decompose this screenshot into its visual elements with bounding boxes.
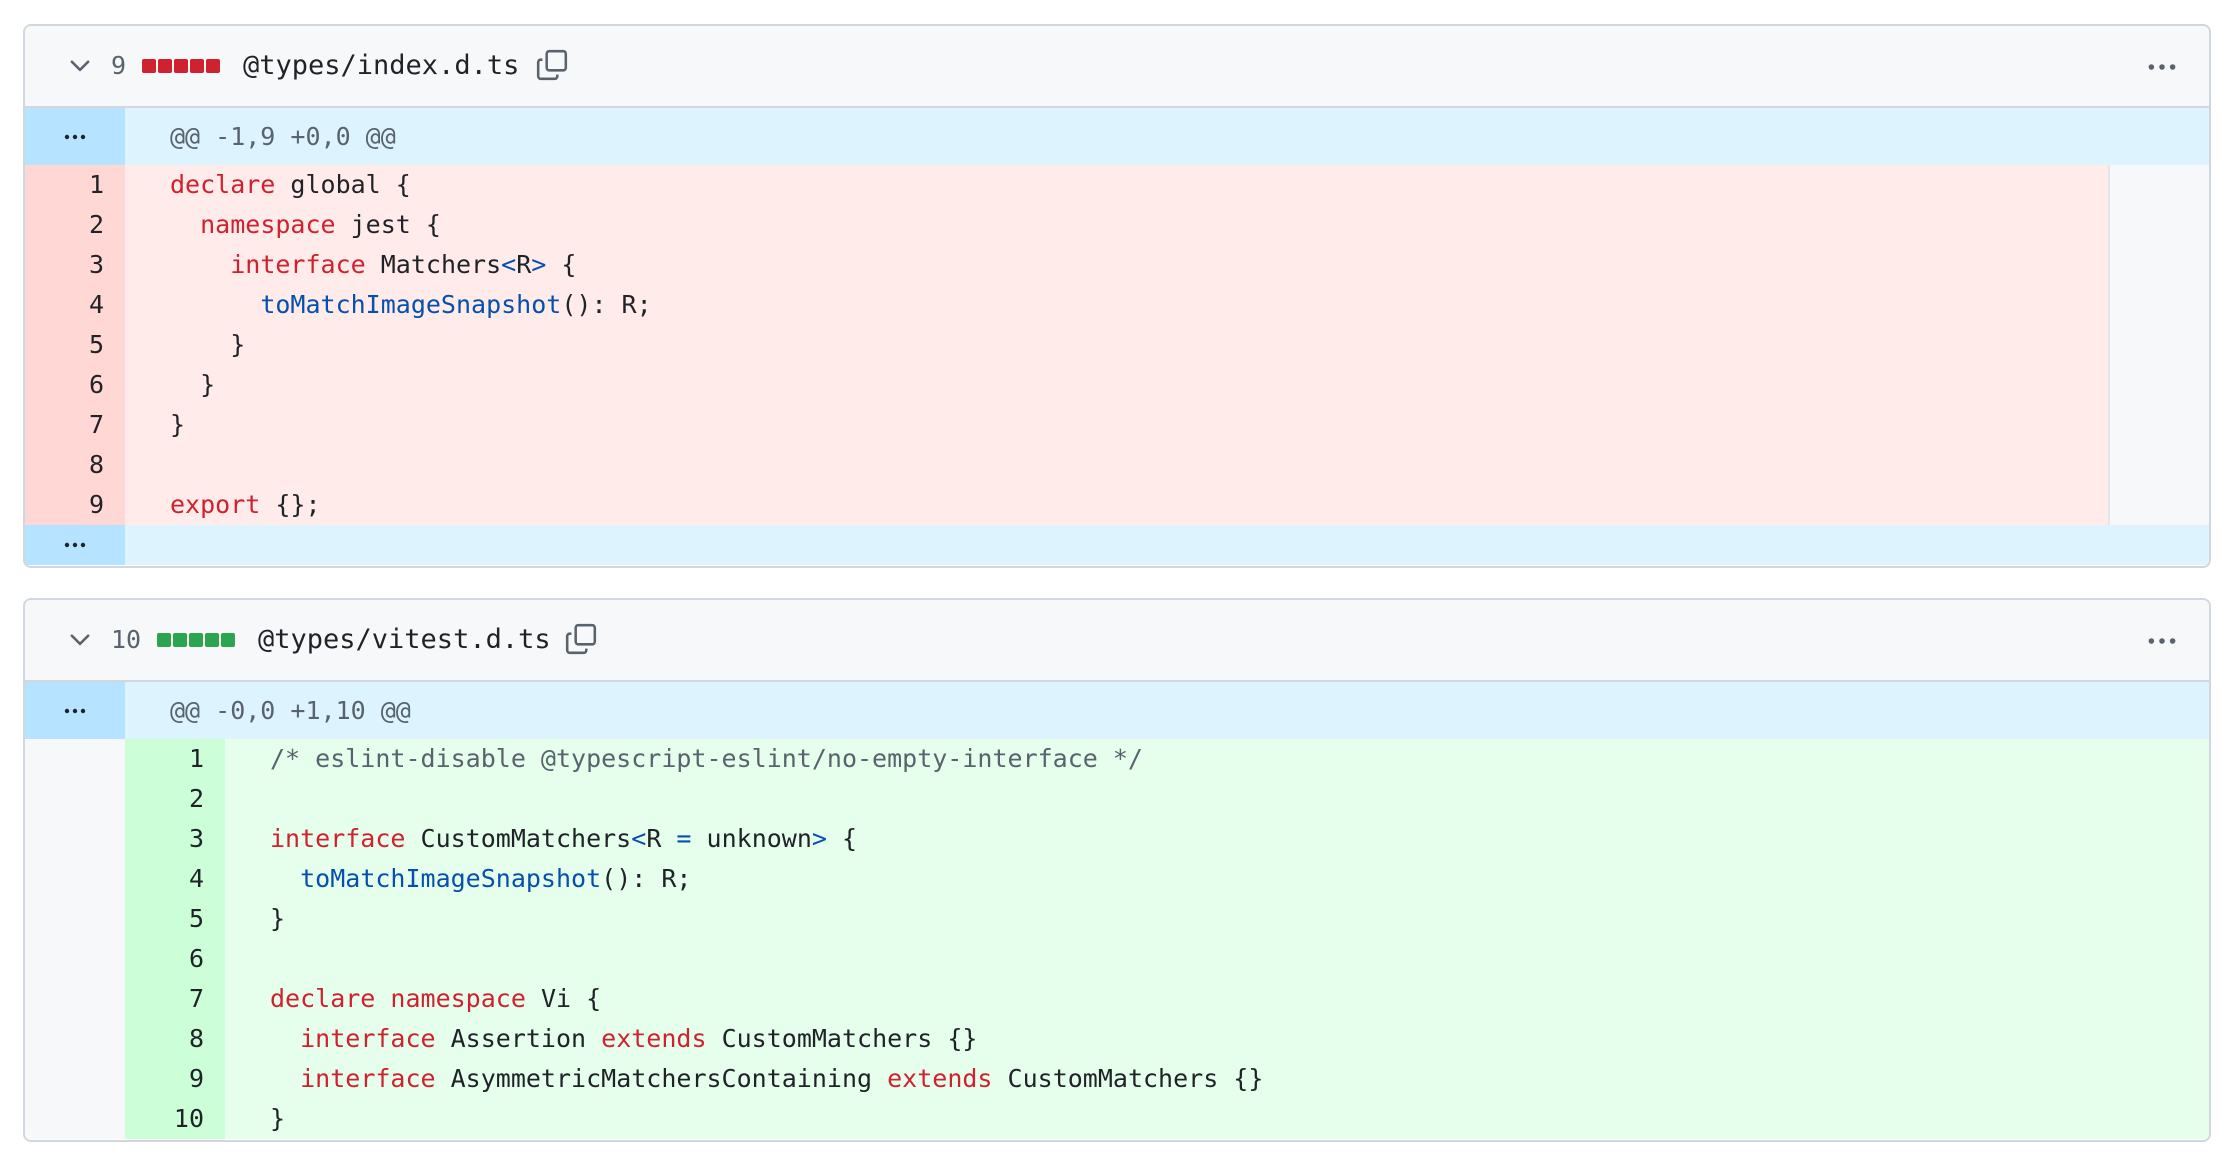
added-lines: 1 /* eslint-disable @typescript-eslint/no… [25,739,2209,1139]
old-line-number [25,779,125,819]
added-line: 10} [25,1099,2209,1139]
unfold-icon[interactable] [25,682,125,739]
old-line-number [25,979,125,1019]
hunk-header: @@ -1,9 +0,0 @@ [25,108,2209,165]
line-number[interactable]: 4 [25,285,125,325]
right-gutter [2108,405,2209,445]
kebab-horizontal-icon[interactable] [2145,624,2179,658]
deleted-line: 2 namespace jest { [25,205,2209,245]
kebab-horizontal-icon[interactable] [2145,50,2179,84]
added-line: 4 toMatchImageSnapshot(): R; [25,859,2209,899]
added-line: 7 declare namespace Vi { [25,979,2209,1019]
code-line: } [170,410,186,439]
added-line: 6 [25,939,2209,979]
code-line: /* eslint-disable @typescript-eslint/no-… [270,744,1143,773]
old-line-number [25,819,125,859]
code-line: } [270,1104,286,1133]
line-number[interactable]: 6 [125,939,225,979]
right-gutter [2108,245,2209,285]
code-line: declare global { [170,170,411,199]
code-line: interface Assertion extends CustomMatche… [300,1024,978,1053]
copy-icon[interactable] [564,622,598,656]
hunk-range: @@ -1,9 +0,0 @@ [170,122,396,151]
line-number[interactable]: 3 [125,819,225,859]
line-number[interactable]: 7 [125,979,225,1019]
unfold-icon[interactable] [25,108,125,165]
right-gutter [2108,285,2209,325]
old-line-number [25,1019,125,1059]
code-line: } [270,904,286,933]
code-line: toMatchImageSnapshot(): R; [300,864,692,893]
line-number[interactable]: 2 [25,205,125,245]
right-gutter [2108,485,2209,525]
deleted-line: 8 [25,445,2209,485]
line-number[interactable]: 1 [25,165,125,205]
unfold-icon[interactable] [25,525,125,565]
line-number[interactable]: 8 [125,1019,225,1059]
line-number[interactable]: 9 [125,1059,225,1099]
deleted-line: 3 interface Matchers<R> { [25,245,2209,285]
line-number[interactable]: 8 [25,445,125,485]
diff-file-index-d-ts: 9 @types/index.d.ts @@ -1,9 +0,0 @@ 1 dec… [23,24,2211,568]
old-line-number [25,859,125,899]
code-line: toMatchImageSnapshot(): R; [260,290,652,319]
hunk-footer [25,525,2209,565]
old-line-number [25,739,125,779]
diff-stat-count: 9 [111,51,127,80]
added-line: 9 interface AsymmetricMatchersContaining… [25,1059,2209,1099]
line-number[interactable]: 3 [25,245,125,285]
code-line: export {}; [170,490,321,519]
old-line-number [25,899,125,939]
diff-stat-blocks [157,633,235,647]
line-number[interactable]: 9 [25,485,125,525]
code-line: interface Matchers<R> { [230,250,577,279]
line-number[interactable]: 5 [125,899,225,939]
code-line: namespace jest { [200,210,441,239]
right-gutter [2108,165,2209,205]
hunk-header: @@ -0,0 +1,10 @@ [25,682,2209,739]
right-gutter [2108,365,2209,405]
diff-stat-count: 10 [111,625,142,654]
added-line: 2 [25,779,2209,819]
code-line: interface AsymmetricMatchersContaining e… [300,1064,1264,1093]
line-number[interactable]: 7 [25,405,125,445]
added-line: 3 interface CustomMatchers<R = unknown> { [25,819,2209,859]
line-number[interactable]: 2 [125,779,225,819]
deleted-lines: 1 declare global {2 namespace jest {3 int… [25,165,2209,525]
file-name[interactable]: @types/index.d.ts [243,44,519,88]
code-line: } [170,370,216,399]
code-line: } [170,330,246,359]
file-header: 9 @types/index.d.ts [25,26,2209,108]
deleted-line: 1 declare global { [25,165,2209,205]
line-number[interactable]: 5 [25,325,125,365]
right-gutter [2108,445,2209,485]
code-line: interface CustomMatchers<R = unknown> { [270,824,858,853]
deleted-line: 5 } [25,325,2209,365]
old-line-number [25,1099,125,1139]
right-gutter [2108,325,2209,365]
file-name[interactable]: @types/vitest.d.ts [258,618,551,662]
old-line-number [25,939,125,979]
added-line: 8 interface Assertion extends CustomMatc… [25,1019,2209,1059]
code-line: declare namespace Vi { [270,984,602,1013]
file-header: 10 @types/vitest.d.ts [25,600,2209,682]
right-gutter [2108,205,2209,245]
added-line: 1 /* eslint-disable @typescript-eslint/no… [25,739,2209,779]
copy-icon[interactable] [535,48,569,82]
hunk-range: @@ -0,0 +1,10 @@ [170,696,411,725]
deleted-line: 9 export {}; [25,485,2209,525]
diff-stat-blocks [142,59,220,73]
diff-file-vitest-d-ts: 10 @types/vitest.d.ts @@ -0,0 +1,10 @@ 1… [23,598,2211,1142]
line-number[interactable]: 4 [125,859,225,899]
added-line: 5} [25,899,2209,939]
deleted-line: 7} [25,405,2209,445]
chevron-down-icon[interactable] [67,52,93,78]
deleted-line: 6 } [25,365,2209,405]
line-number[interactable]: 1 [125,739,225,779]
line-number[interactable]: 10 [125,1099,225,1139]
chevron-down-icon[interactable] [67,626,93,652]
deleted-line: 4 toMatchImageSnapshot(): R; [25,285,2209,325]
line-number[interactable]: 6 [25,365,125,405]
old-line-number [25,1059,125,1099]
